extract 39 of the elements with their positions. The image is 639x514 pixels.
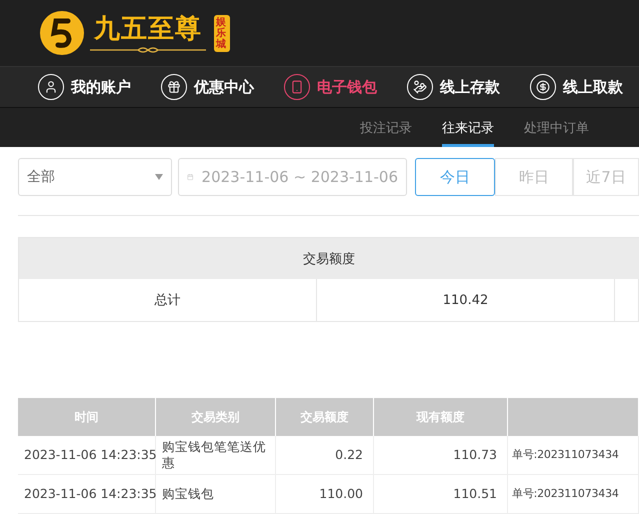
nav-item[interactable]: 线上存款: [407, 74, 530, 100]
sub-tab[interactable]: 投注记录: [360, 108, 412, 147]
table-cell: 110.42: [317, 279, 615, 321]
gift-icon: [161, 74, 187, 100]
logo-icon: [38, 9, 86, 57]
sub-tab[interactable]: 往来记录: [442, 108, 494, 147]
phone-icon: [284, 74, 310, 100]
table-cell: 单号:202311073434: [508, 436, 639, 475]
nav-label: 线上取款: [563, 78, 623, 96]
dollar-coin-icon: [530, 74, 556, 100]
table-cell: 单号:202311073434: [508, 475, 639, 514]
table-cell: 110.73: [374, 436, 508, 475]
summary-header: 交易额度: [19, 238, 639, 279]
coin-hand-icon: [407, 74, 433, 100]
table-cell: 总计: [19, 279, 317, 321]
range-button[interactable]: 今日: [415, 158, 495, 196]
nav-label: 线上存款: [440, 78, 500, 96]
table-cell: 110.51: [374, 475, 508, 514]
table-cell: 0.22: [276, 436, 374, 475]
table-cell: 购宝钱包笔笔送优惠: [156, 436, 276, 475]
brand-badge: 娱乐城: [214, 14, 230, 52]
nav-label: 优惠中心: [194, 78, 254, 96]
sub-tab[interactable]: 处理中订单: [524, 108, 589, 147]
table-cell: 2023-11-06 14:23:35: [18, 475, 156, 514]
table-cell: 2023-11-06 14:23:35: [18, 436, 156, 475]
nav-item[interactable]: 我的账户: [38, 74, 161, 100]
caret-icon: [155, 174, 163, 180]
table-cell: 110.00: [276, 475, 374, 514]
nav-item[interactable]: 优惠中心: [161, 74, 284, 100]
nav-item[interactable]: 电子钱包: [284, 74, 407, 100]
nav-label: 我的账户: [71, 78, 131, 96]
brand-name: 九五至尊: [94, 13, 202, 46]
person-icon: [38, 74, 64, 100]
nav-item[interactable]: 线上取款: [530, 74, 639, 100]
category-select[interactable]: 全部: [18, 158, 172, 196]
nav-label: 电子钱包: [317, 78, 377, 96]
ornament-icon: [88, 46, 208, 54]
date-range-field[interactable]: 2023-11-06 ~ 2023-11-06: [178, 158, 407, 196]
table-cell: 购宝钱包: [156, 475, 276, 514]
